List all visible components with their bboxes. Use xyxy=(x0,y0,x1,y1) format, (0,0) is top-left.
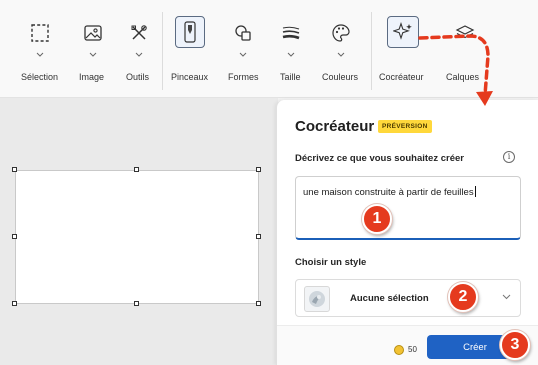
tool-label: Taille xyxy=(280,72,301,82)
canvas-area xyxy=(0,98,278,365)
ribbon-divider xyxy=(162,12,163,90)
stroke-size-icon xyxy=(276,18,306,48)
style-value: Aucune sélection xyxy=(350,293,429,304)
tool-calques[interactable]: Calques xyxy=(440,0,490,98)
credit-coin-icon xyxy=(394,345,404,355)
resize-handle[interactable] xyxy=(256,301,261,306)
panel-title: Cocréateur xyxy=(295,118,375,135)
prompt-input[interactable]: une maison construite à partir de feuill… xyxy=(295,176,521,240)
chevron-down-icon xyxy=(89,52,97,57)
tool-couleurs[interactable]: Couleurs xyxy=(314,0,368,98)
tool-cocreateur[interactable]: Cocréateur xyxy=(374,0,432,98)
resize-handle[interactable] xyxy=(12,301,17,306)
resize-handle[interactable] xyxy=(256,234,261,239)
preview-badge: PRÉVERSION xyxy=(378,120,432,133)
chevron-down-icon xyxy=(135,52,143,57)
style-label: Choisir un style xyxy=(295,257,367,268)
cocreator-sparkle-icon xyxy=(387,16,419,48)
ribbon-divider xyxy=(371,12,372,90)
panel-footer: 50 Créer xyxy=(277,325,538,365)
tool-selection[interactable]: Sélection xyxy=(12,0,68,98)
selection-icon xyxy=(25,18,55,48)
resize-handle[interactable] xyxy=(256,167,261,172)
chevron-down-icon xyxy=(287,52,295,57)
tool-label: Sélection xyxy=(21,72,59,82)
tool-pinceaux[interactable]: Pinceaux xyxy=(164,0,216,98)
prompt-text: une maison construite à partir de feuill… xyxy=(303,186,476,198)
chevron-down-icon xyxy=(36,52,44,57)
resize-handle[interactable] xyxy=(134,167,139,172)
prompt-label: Décrivez ce que vous souhaitez créer xyxy=(295,153,464,164)
toolbar-ribbon: Sélection Image Outils Pinceaux Formes T… xyxy=(0,0,538,98)
image-icon xyxy=(78,18,108,48)
tool-label: Cocréateur xyxy=(379,72,424,82)
info-icon[interactable]: i xyxy=(503,151,515,163)
resize-handle[interactable] xyxy=(12,234,17,239)
step-marker-3: 3 xyxy=(500,330,530,360)
cocreator-panel: Cocréateur PRÉVERSION Décrivez ce que vo… xyxy=(276,100,538,365)
tool-formes[interactable]: Formes xyxy=(218,0,268,98)
tool-outils[interactable]: Outils xyxy=(118,0,160,98)
style-dropdown[interactable]: Aucune sélection xyxy=(295,279,521,317)
credit-count: 50 xyxy=(408,345,417,354)
resize-handle[interactable] xyxy=(12,167,17,172)
step-marker-2: 2 xyxy=(448,282,478,312)
tool-label: Calques xyxy=(446,72,480,82)
resize-handle[interactable] xyxy=(134,301,139,306)
step-marker-1: 1 xyxy=(362,204,392,234)
drawing-canvas[interactable] xyxy=(15,170,259,304)
brush-icon xyxy=(175,16,205,48)
chevron-down-icon xyxy=(239,52,247,57)
chevron-down-icon xyxy=(502,294,511,300)
palette-icon xyxy=(326,18,356,48)
layers-icon xyxy=(450,18,480,48)
tools-icon xyxy=(124,18,154,48)
tool-taille[interactable]: Taille xyxy=(268,0,314,98)
style-thumbnail xyxy=(304,286,330,312)
tool-label: Outils xyxy=(126,72,150,82)
tool-label: Formes xyxy=(228,72,259,82)
chevron-down-icon xyxy=(337,52,345,57)
tool-label: Couleurs xyxy=(322,72,359,82)
shapes-icon xyxy=(228,18,258,48)
tool-label: Pinceaux xyxy=(171,72,209,82)
tool-label: Image xyxy=(79,72,105,82)
tool-image[interactable]: Image xyxy=(68,0,118,98)
